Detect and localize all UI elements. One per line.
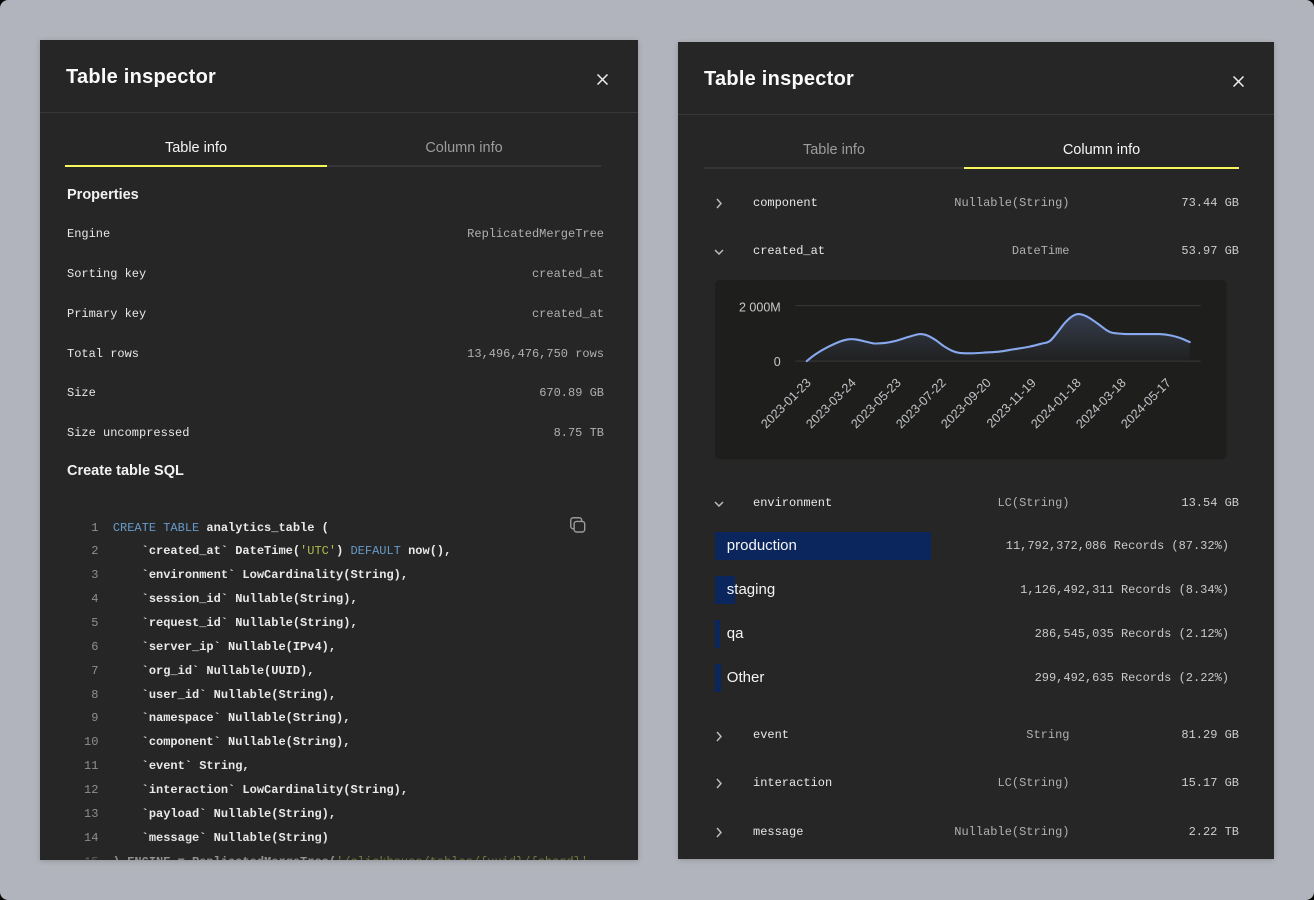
svg-text:2 000M: 2 000M <box>739 300 781 314</box>
svg-text:0: 0 <box>774 355 781 369</box>
